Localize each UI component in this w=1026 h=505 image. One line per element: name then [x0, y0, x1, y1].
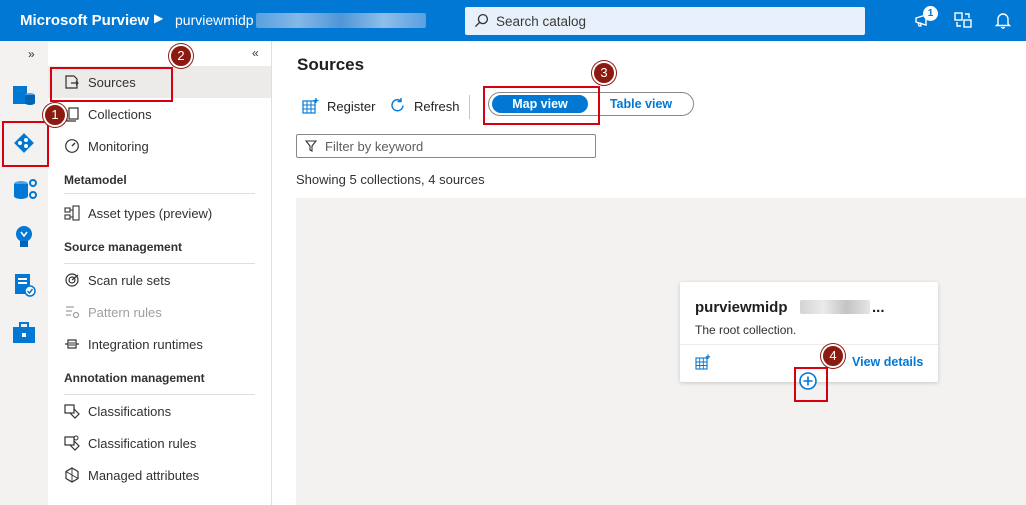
menu-label-integration-runtimes: Integration runtimes: [88, 337, 203, 352]
data-estate-insights-icon[interactable]: [10, 175, 38, 203]
data-map-menu: « Sources Collections Monitoring Metamod…: [48, 41, 272, 505]
refresh-label: Refresh: [414, 99, 460, 114]
grid-add-icon: [302, 98, 319, 114]
highlight-sources: [50, 67, 173, 102]
collection-name: purviewmidp: [695, 299, 788, 316]
managed-attributes-icon: [65, 467, 79, 483]
callout-1: 1: [43, 103, 67, 127]
search-icon: [474, 13, 489, 28]
redacted-account-suffix: [256, 13, 426, 28]
menu-label-classifications: Classifications: [88, 404, 172, 419]
register-button[interactable]: Register: [302, 95, 382, 119]
menu-label-asset-types: Asset types (preview): [88, 206, 213, 221]
search-input[interactable]: Search catalog: [465, 7, 865, 35]
divider: [64, 193, 255, 194]
section-header-source-management: Source management: [64, 240, 183, 254]
menu-label-pattern-rules: Pattern rules: [88, 305, 162, 320]
callout-3: 3: [592, 61, 616, 85]
refresh-button[interactable]: Refresh: [389, 95, 467, 119]
filter-placeholder: Filter by keyword: [325, 139, 424, 154]
menu-item-monitoring[interactable]: Monitoring: [48, 130, 271, 162]
menu-label-managed-attributes: Managed attributes: [88, 468, 200, 483]
collection-description: The root collection.: [695, 323, 797, 337]
menu-label-classification-rules: Classification rules: [88, 436, 197, 451]
pattern-rules-icon: [66, 306, 80, 319]
management-icon[interactable]: [10, 319, 38, 347]
table-view-toggle[interactable]: Table view: [593, 95, 689, 113]
register-source-icon[interactable]: [695, 354, 711, 370]
callout-2: 2: [169, 44, 193, 68]
redacted-collection-suffix: [800, 300, 870, 314]
top-bar: Microsoft Purview ▶ purviewmidp Search c…: [0, 0, 1026, 41]
filter-icon: [305, 140, 317, 152]
notification-badge: 1: [923, 6, 938, 21]
map-canvas[interactable]: purviewmidp ... The root collection. Vie…: [296, 198, 1026, 505]
menu-item-asset-types[interactable]: Asset types (preview): [48, 197, 271, 229]
menu-item-scan-rule-sets[interactable]: Scan rule sets: [48, 264, 271, 296]
expand-rail-button[interactable]: »: [28, 47, 35, 61]
menu-label-collections: Collections: [88, 107, 152, 122]
results-count: Showing 5 collections, 4 sources: [296, 172, 485, 187]
menu-item-classification-rules[interactable]: Classification rules: [48, 427, 271, 459]
refresh-icon: [391, 98, 404, 112]
data-sharing-icon[interactable]: [10, 271, 38, 299]
search-placeholder: Search catalog: [496, 14, 587, 29]
menu-item-classifications[interactable]: Classifications: [48, 395, 271, 427]
sources-page: Sources Register Refresh Map view Table …: [272, 41, 1026, 505]
menu-item-collections[interactable]: Collections: [48, 98, 271, 130]
card-divider: [680, 344, 938, 345]
menu-label-scan-rule-sets: Scan rule sets: [88, 273, 171, 288]
chevron-right-icon: ▶: [154, 11, 164, 25]
bell-icon[interactable]: [993, 10, 1013, 30]
section-header-annotation-management: Annotation management: [64, 371, 205, 385]
menu-item-managed-attributes[interactable]: Managed attributes: [48, 459, 271, 491]
app-title[interactable]: Microsoft Purview: [20, 12, 149, 29]
app-rail: »: [0, 41, 49, 505]
integration-runtimes-icon: [65, 339, 79, 349]
data-policy-icon[interactable]: [10, 223, 38, 251]
classifications-icon: [64, 404, 80, 419]
scan-rule-sets-icon: [65, 273, 79, 287]
page-title: Sources: [297, 55, 365, 74]
filter-input[interactable]: Filter by keyword: [296, 134, 596, 158]
asset-types-icon: [64, 205, 80, 221]
highlight-map-view: [483, 86, 600, 125]
callout-4: 4: [821, 344, 845, 368]
menu-item-pattern-rules[interactable]: Pattern rules: [48, 296, 271, 328]
toolbar-divider: [469, 95, 470, 119]
menu-label-monitoring: Monitoring: [88, 139, 149, 154]
data-catalog-icon[interactable]: [10, 81, 38, 109]
highlight-add-button: [794, 367, 828, 402]
section-header-metamodel: Metamodel: [64, 173, 127, 187]
menu-item-integration-runtimes[interactable]: Integration runtimes: [48, 328, 271, 360]
directory-switch-icon[interactable]: [953, 10, 973, 30]
collection-name-ellipsis: ...: [872, 299, 885, 316]
account-name[interactable]: purviewmidp: [175, 12, 254, 28]
register-label: Register: [327, 99, 376, 114]
collapse-menu-button[interactable]: «: [252, 46, 259, 60]
highlight-data-map: [2, 121, 49, 167]
classification-rules-icon: [64, 435, 80, 451]
view-details-link[interactable]: View details: [852, 355, 923, 369]
gauge-icon: [65, 139, 79, 153]
